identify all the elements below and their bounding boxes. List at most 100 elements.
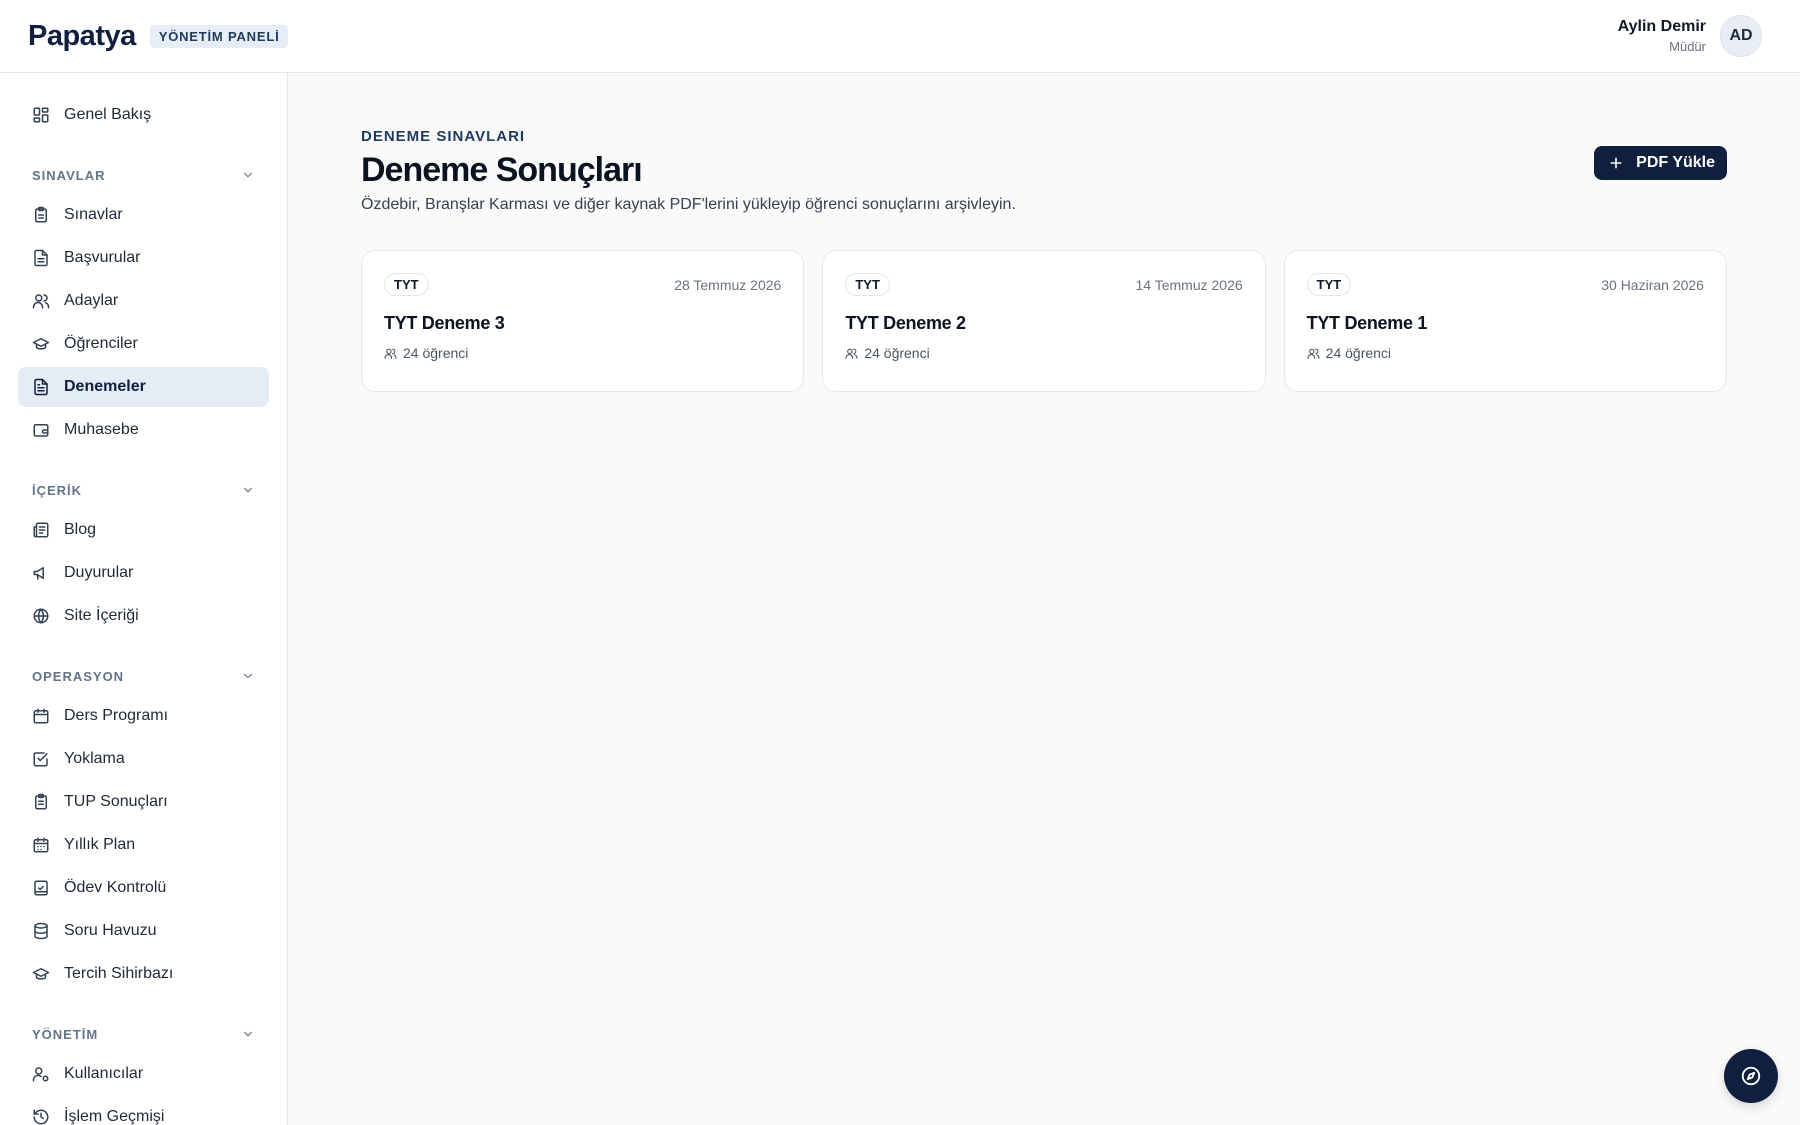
page-heading-group: DENEME SINAVLARI Deneme Sonuçları Özdebi… (361, 128, 1016, 214)
exam-type-tag: TYT (1306, 273, 1352, 296)
section-header-content[interactable]: İÇERİK (18, 478, 269, 502)
sidebar-item-trial-exams[interactable]: Denemeler (18, 367, 269, 407)
student-count: 24 öğrenci (1307, 345, 1704, 361)
sidebar-item-label: Genel Bakış (64, 106, 152, 123)
brand-logo[interactable]: Papatya (28, 20, 136, 53)
sidebar-item-accounting[interactable]: Muhasebe (18, 410, 269, 450)
newspaper-icon (33, 522, 49, 538)
page-title: Deneme Sonuçları (361, 151, 643, 189)
student-count-label: 24 öğrenci (1325, 345, 1392, 361)
calendar-days-icon (33, 837, 49, 853)
chevron-down-icon (243, 487, 253, 493)
section-header-operations[interactable]: OPERASYON (18, 664, 269, 688)
sidebar-item-attendance[interactable]: Yoklama (18, 739, 269, 779)
user-name: Aylin Demir (1617, 18, 1706, 35)
section-title: İÇERİK (32, 482, 83, 498)
users-icon (384, 348, 397, 359)
sidebar-item-overview[interactable]: Genel Bakış (18, 95, 269, 135)
sidebar-item-label: Öğrenciler (64, 335, 138, 352)
notebook-check-icon (34, 880, 48, 896)
student-count: 24 öğrenci (845, 345, 1242, 361)
sidebar-item-schedule[interactable]: Ders Programı (18, 696, 269, 736)
sidebar-item-users[interactable]: Kullanıcılar (18, 1054, 269, 1094)
exam-card[interactable]: TYT 30 Haziran 2026 TYT Deneme 1 24 öğre… (1283, 250, 1727, 392)
section-title: SINAVLAR (32, 167, 106, 183)
sidebar: Genel Bakış SINAVLAR Sınavlar Başvurular… (0, 73, 288, 1125)
student-count: 24 öğrenci (384, 345, 781, 361)
wallet-icon (33, 424, 49, 437)
users-icon (1307, 348, 1320, 359)
sidebar-item-students[interactable]: Öğrenciler (18, 324, 269, 364)
section-title: OPERASYON (32, 668, 125, 684)
user-menu[interactable]: Aylin Demir Müdür AD (1618, 15, 1762, 57)
exam-date: 30 Haziran 2026 (1601, 276, 1704, 293)
section-header-management[interactable]: YÖNETİM (18, 1022, 269, 1046)
exam-card-list: TYT 28 Temmuz 2026 TYT Deneme 3 24 öğren… (361, 250, 1727, 392)
sidebar-item-label: Ödev Kontrolü (64, 879, 167, 896)
users-icon (845, 348, 858, 359)
dashboard-grid-icon (33, 107, 49, 123)
exam-title: TYT Deneme 1 (1306, 313, 1428, 333)
sidebar-item-label: Yıllık Plan (64, 836, 136, 853)
sidebar-item-label: Muhasebe (64, 421, 139, 438)
sidebar-item-label: Denemeler (64, 378, 146, 395)
users-icon (32, 294, 50, 309)
exam-card[interactable]: TYT 28 Temmuz 2026 TYT Deneme 3 24 öğren… (361, 250, 805, 392)
exam-card[interactable]: TYT 14 Temmuz 2026 TYT Deneme 2 24 öğren… (822, 250, 1266, 392)
document-text-icon (34, 378, 48, 396)
sidebar-item-candidates[interactable]: Adaylar (18, 281, 269, 321)
sidebar-item-site-content[interactable]: Site İçeriği (18, 596, 269, 636)
globe-icon (33, 608, 49, 624)
graduation-cap-icon (32, 338, 50, 350)
sidebar-item-label: Başvurular (64, 249, 141, 266)
sidebar-item-label: Tercih Sihirbazı (64, 965, 174, 982)
top-bar: Papatya YÖNETİM PANELİ Aylin Demir Müdür… (0, 0, 1800, 73)
sidebar-item-blog[interactable]: Blog (18, 510, 269, 550)
sidebar-item-history[interactable]: İşlem Geçmişi (18, 1097, 269, 1125)
admin-panel-badge: YÖNETİM PANELİ (149, 24, 289, 48)
sidebar-item-label: İşlem Geçmişi (64, 1108, 165, 1125)
exam-date: 28 Temmuz 2026 (674, 276, 782, 293)
sidebar-item-label: Site İçeriği (64, 607, 139, 624)
sidebar-item-label: Sınavlar (64, 206, 123, 223)
clipboard-icon (35, 206, 47, 223)
sidebar-item-exams[interactable]: Sınavlar (18, 195, 269, 235)
compass-fab-button[interactable] (1724, 1049, 1778, 1103)
main-content: DENEME SINAVLARI Deneme Sonuçları Özdebi… (289, 73, 1800, 1125)
page-description: Özdebir, Branşlar Karması ve diğer kayna… (361, 196, 1016, 213)
exam-type-tag: TYT (384, 273, 429, 296)
sidebar-item-preference-wizard[interactable]: Tercih Sihirbazı (18, 954, 269, 994)
page-eyebrow: DENEME SINAVLARI (361, 128, 526, 145)
sidebar-item-applications[interactable]: Başvurular (18, 238, 269, 278)
sidebar-item-label: Kullanıcılar (64, 1065, 144, 1082)
avatar[interactable]: AD (1720, 15, 1762, 57)
history-icon (33, 1109, 49, 1125)
sidebar-item-label: Ders Programı (64, 707, 169, 724)
section-title: YÖNETİM (32, 1026, 99, 1042)
graduation-cap-icon (32, 968, 50, 980)
compass-icon (1741, 1066, 1761, 1086)
student-count-label: 24 öğrenci (864, 345, 930, 361)
sidebar-item-label: Yoklama (64, 750, 125, 767)
sidebar-item-label: Blog (64, 521, 97, 538)
section-header-exams[interactable]: SINAVLAR (18, 163, 269, 187)
user-info: Aylin Demir Müdür (1618, 18, 1706, 54)
exam-title: TYT Deneme 3 (384, 313, 505, 333)
checkbox-icon (33, 752, 48, 767)
card-header: TYT 14 Temmuz 2026 (845, 273, 1243, 296)
sidebar-item-label: Adaylar (64, 292, 119, 309)
sidebar-item-question-pool[interactable]: Soru Havuzu (18, 911, 269, 951)
sidebar-item-homework-check[interactable]: Ödev Kontrolü (18, 868, 269, 908)
user-role: Müdür (1669, 39, 1706, 54)
sidebar-item-yearly-plan[interactable]: Yıllık Plan (18, 825, 269, 865)
upload-pdf-button[interactable]: PDF Yükle (1594, 146, 1727, 180)
page-header: DENEME SINAVLARI Deneme Sonuçları Özdebi… (361, 128, 1727, 214)
card-header: TYT 30 Haziran 2026 (1306, 273, 1704, 296)
sidebar-item-announcements[interactable]: Duyurular (18, 553, 269, 593)
chevron-down-icon (243, 1031, 253, 1037)
plus-icon (1610, 157, 1622, 169)
sidebar-item-label: TUP Sonuçları (64, 793, 168, 810)
sidebar-item-tup-results[interactable]: TUP Sonuçları (18, 782, 269, 822)
chevron-down-icon (243, 172, 253, 178)
chevron-down-icon (243, 673, 253, 679)
